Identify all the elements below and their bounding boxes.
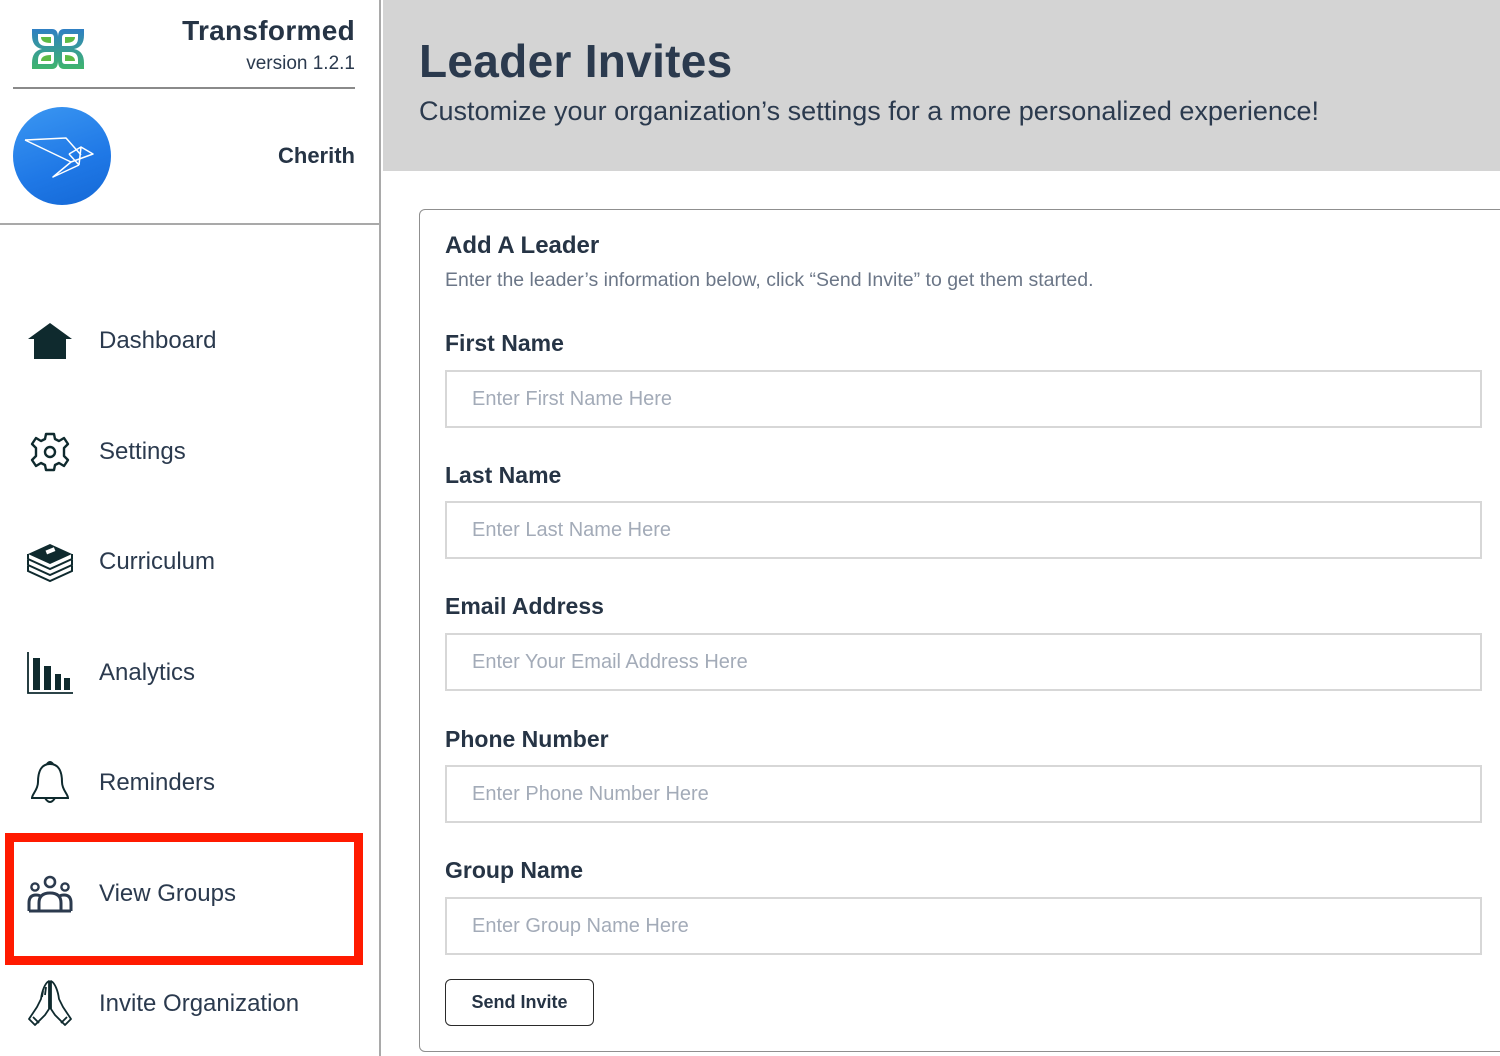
group-icon [26,870,74,918]
page-header: Leader Invites Customize your organizati… [383,0,1500,171]
home-icon [26,317,74,365]
sidebar-item-label: View Groups [99,879,236,907]
sidebar-item-analytics[interactable]: Analytics [0,618,379,729]
sidebar-item-reminders[interactable]: Reminders [0,728,379,839]
sidebar-item-settings[interactable]: Settings [0,397,379,508]
sidebar-item-label: Reminders [99,769,216,797]
sidebar-item-dashboard[interactable]: Dashboard [0,286,379,397]
group-name-label: Group Name [445,857,584,883]
bell-icon [26,759,74,807]
brand-divider [13,87,355,89]
books-icon [26,538,74,586]
add-leader-card: Add A Leader Enter the leader’s informat… [419,209,1500,1052]
sidebar-item-invite-organization[interactable]: Invite Organization [0,949,379,1056]
app-version: version 1.2.1 [246,53,355,74]
card-title: Add A Leader [445,232,600,259]
sidebar-item-view-groups[interactable]: View Groups [0,839,379,950]
transformed-logo-icon [32,29,84,69]
origami-bird-icon [24,137,94,178]
sidebar-item-label: Settings [99,437,186,465]
send-invite-button[interactable]: Send Invite [445,979,594,1026]
gear-icon [26,428,74,476]
avatar[interactable] [13,107,111,205]
brand-section: Transformed version 1.2.1 Cherith [0,0,381,225]
first-name-label: First Name [445,330,564,356]
sidebar-item-label: Analytics [99,658,196,686]
user-name: Cherith [278,143,355,168]
first-name-input[interactable] [445,370,1482,428]
praying-hands-icon [26,980,74,1028]
sidebar-item-label: Dashboard [99,327,217,355]
app-root: Transformed version 1.2.1 Cherith Dashbo… [0,0,1500,1056]
email-address-label: Email Address [445,593,604,619]
sidebar-item-label: Invite Organization [99,990,300,1018]
phone-number-input[interactable] [445,765,1482,823]
email-address-input[interactable] [445,633,1482,691]
phone-number-label: Phone Number [445,726,609,752]
app-name: Transformed [182,15,355,46]
sidebar-item-label: Curriculum [99,548,216,576]
bar-chart-icon [26,649,74,697]
last-name-label: Last Name [445,462,562,488]
sidebar-item-curriculum[interactable]: Curriculum [0,507,379,618]
sidebar-nav: Dashboard Settings Curriculum Analytics … [0,286,379,1056]
sidebar: Transformed version 1.2.1 Cherith Dashbo… [0,0,381,1056]
group-name-input[interactable] [445,897,1482,955]
card-description: Enter the leader’s information below, cl… [445,269,1094,291]
page-title: Leader Invites [419,35,733,87]
last-name-input[interactable] [445,501,1482,559]
page-subtitle: Customize your organization’s settings f… [419,96,1319,126]
